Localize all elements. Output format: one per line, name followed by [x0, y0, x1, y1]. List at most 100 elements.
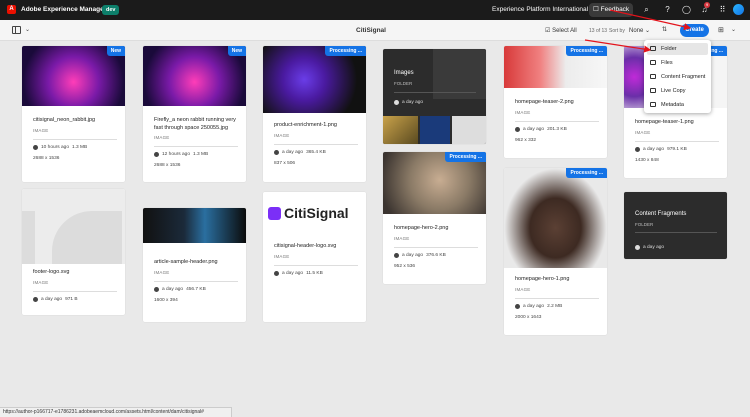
help-icon[interactable]: ?	[663, 5, 672, 14]
menu-item-content-fragment[interactable]: Content Fragment	[647, 71, 708, 83]
shell-bar: A Adobe Experience Manager dev Experienc…	[0, 0, 750, 20]
published-icon	[635, 146, 640, 152]
asset-time: a day ago	[282, 270, 304, 276]
live-copy-icon	[650, 88, 656, 93]
notification-count: 9	[704, 2, 711, 8]
status-badge: Processing ...	[566, 168, 607, 178]
create-button[interactable]: Create	[680, 24, 709, 37]
feedback-icon: ☐	[593, 6, 599, 13]
avatar[interactable]	[733, 4, 744, 15]
published-icon	[154, 152, 159, 157]
asset-card[interactable]: Processing ... homepage-teaser-2.png IMA…	[504, 46, 607, 158]
asset-meta: 10 hours ago 1.3 MB	[33, 144, 117, 150]
divider	[394, 92, 476, 93]
create-menu: Folder Files Content Fragment Live Copy …	[644, 40, 711, 113]
asset-card[interactable]: New Firefly_a neon rabbit running very f…	[143, 46, 246, 182]
asset-card[interactable]: New citisignal_neon_rabbit.jpg IMAGE 10 …	[22, 46, 125, 182]
asset-time: a day ago	[162, 286, 184, 292]
folder-icon	[650, 46, 656, 51]
menu-item-folder[interactable]: Folder	[647, 43, 708, 55]
asset-name: footer-logo.svg	[33, 269, 70, 275]
menu-item-live-copy[interactable]: Live Copy	[647, 85, 708, 97]
asset-dimensions: 1430 x 848	[635, 157, 659, 163]
asset-size: 1.3 MB	[193, 152, 209, 157]
menu-item-metadata[interactable]: Metadata	[647, 99, 708, 111]
asset-time: a day ago	[643, 146, 665, 152]
status-bar-url: https://author-p166717-e1786231.adobeaem…	[0, 407, 232, 417]
asset-size: 365.4 KB	[306, 149, 326, 155]
asset-meta: a day ago 365.4 KB	[274, 149, 358, 155]
asset-card[interactable]: footer-logo.svg IMAGE a day ago 971 B	[22, 189, 125, 315]
asset-dimensions: 837 x 506	[274, 160, 296, 166]
app-name[interactable]: Adobe Experience Manager	[21, 6, 106, 13]
view-chevron-down-icon[interactable]: ⌄	[731, 26, 736, 33]
action-bar: ⌄ CitiSignal ☑ Select All 13 of 13 Sort …	[0, 20, 750, 41]
files-icon	[650, 60, 656, 65]
status-badge: Processing ...	[445, 152, 486, 162]
select-all-button[interactable]: ☑ Select All	[545, 27, 577, 34]
citisignal-logo-icon	[268, 207, 281, 220]
asset-type: IMAGE	[33, 127, 49, 133]
org-switcher[interactable]: Experience Platform International	[492, 6, 588, 13]
asset-card[interactable]: Processing ... homepage-hero-2.png IMAGE…	[383, 152, 486, 284]
env-badge: dev	[102, 5, 120, 15]
published-icon	[154, 286, 159, 292]
divider	[394, 246, 478, 248]
published-icon	[394, 100, 399, 105]
menu-item-label: Files	[661, 60, 673, 66]
asset-dimensions: 952 x 536	[394, 263, 416, 269]
sort-select[interactable]: None ⌄	[629, 27, 650, 34]
asset-name: homepage-teaser-2.png	[515, 99, 574, 105]
asset-name: citisignal-header-logo.svg	[274, 243, 337, 249]
asset-card[interactable]: article-sample-header.png IMAGE a day ag…	[143, 208, 246, 322]
select-all-label: Select All	[552, 28, 577, 34]
adobe-logo-icon[interactable]: A	[7, 5, 16, 14]
folder-preview	[452, 116, 486, 144]
asset-size: 2.2 MB	[547, 303, 563, 309]
chevron-down-icon[interactable]: ⌄	[25, 26, 30, 33]
asset-meta: a day ago 376.6 KB	[394, 252, 478, 258]
published-icon	[274, 149, 279, 155]
view-switcher-grid-icon[interactable]: ⊞	[718, 26, 724, 34]
folder-name: Content Fragments	[635, 211, 687, 217]
folder-card[interactable]: Images FOLDER a day ago	[383, 49, 486, 144]
asset-meta: a day ago 2.2 MB	[515, 303, 599, 309]
folder-time: a day ago	[643, 245, 665, 250]
search-icon[interactable]: ⌕	[642, 5, 651, 14]
sort-value: None	[629, 28, 644, 34]
folder-type: FOLDER	[635, 222, 654, 227]
rail-toggle-icon[interactable]	[12, 26, 21, 34]
asset-thumbnail	[143, 208, 246, 243]
menu-item-label: Metadata	[661, 102, 684, 108]
help-circle-icon[interactable]: ◯	[682, 5, 691, 14]
published-icon	[515, 126, 520, 132]
asset-size: 979.1 KB	[667, 146, 687, 152]
menu-item-label: Folder	[661, 46, 677, 52]
menu-item-files[interactable]: Files	[647, 57, 708, 69]
divider	[274, 143, 358, 145]
asset-dimensions: 1600 x 394	[154, 297, 178, 303]
asset-meta: 12 hours ago 1.3 MB	[154, 152, 238, 157]
asset-time: a day ago	[41, 296, 63, 302]
sort-order-icon[interactable]: ⇅	[662, 26, 667, 33]
asset-card[interactable]: Processing ... product-enrichment-1.png …	[263, 46, 366, 182]
feedback-button[interactable]: ☐ Feedback	[589, 3, 634, 17]
menu-item-label: Content Fragment	[661, 74, 706, 80]
published-icon	[274, 270, 279, 276]
asset-time: a day ago	[523, 126, 545, 132]
item-count: 13 of 13	[589, 28, 608, 34]
asset-size: 201.3 KB	[547, 126, 567, 132]
asset-size: 971 B	[65, 296, 78, 302]
asset-name: article-sample-header.png	[154, 259, 218, 265]
apps-grid-icon[interactable]: ⠿	[718, 5, 727, 14]
asset-time: a day ago	[402, 252, 424, 258]
divider	[635, 232, 717, 233]
asset-card[interactable]: CitiSignal citisignal-header-logo.svg IM…	[263, 192, 366, 322]
asset-name: homepage-hero-2.png	[394, 225, 449, 231]
asset-time: 12 hours ago	[162, 152, 191, 157]
folder-card[interactable]: Content Fragments FOLDER a day ago	[624, 192, 727, 259]
asset-type: IMAGE	[515, 286, 531, 292]
asset-card[interactable]: Processing ... homepage-hero-1.png IMAGE…	[504, 168, 607, 335]
published-icon	[635, 245, 640, 250]
divider	[33, 290, 117, 292]
